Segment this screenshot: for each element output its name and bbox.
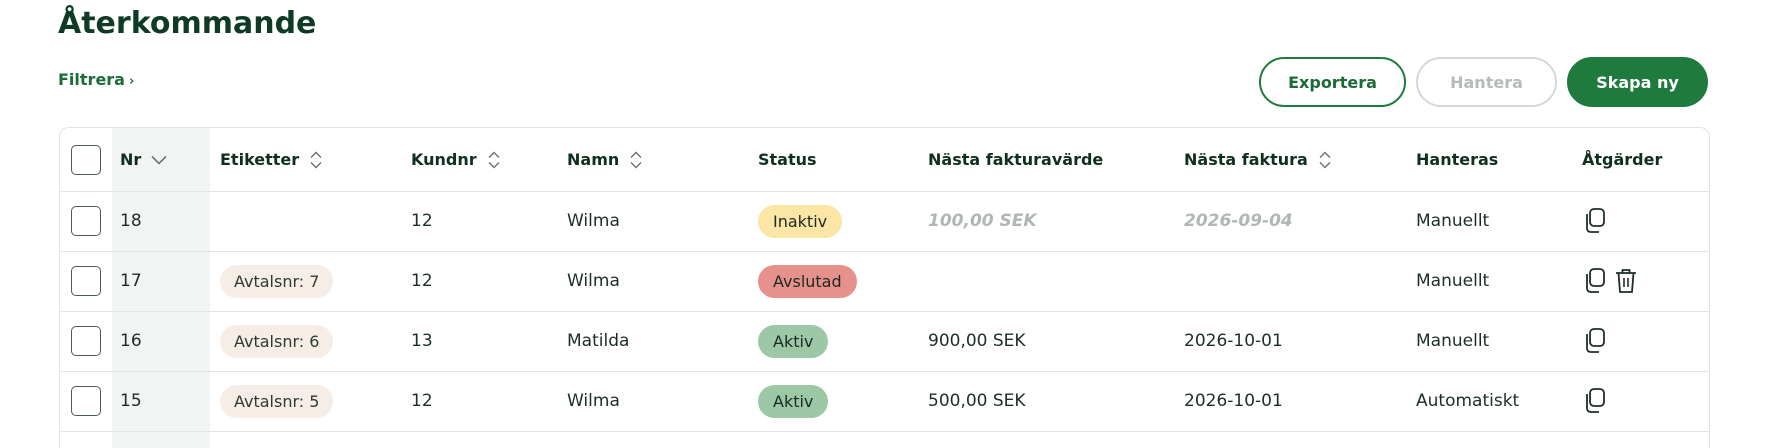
recurring-invoices-page: Återkommande Filtrera › Exportera Hantera… — [0, 0, 1771, 448]
cell-nr: 15 — [120, 391, 142, 411]
cell-next-invoice-value: 100,00 SEK — [928, 211, 1037, 231]
header-nr-label: Nr — [120, 150, 142, 169]
cell-namn: Matilda — [567, 331, 630, 351]
cell-next-invoice-date: 2026-10-01 — [1184, 391, 1283, 411]
cell-next-invoice-date: 2026-09-04 — [1184, 211, 1293, 231]
cell-nr: 18 — [120, 211, 142, 231]
cell-actions — [1582, 251, 1644, 311]
cell-status: Avslutad — [758, 251, 857, 311]
table-header-row: Nr Etiketter Kundnr Namn Status Nästa fa… — [60, 128, 1709, 192]
table-row[interactable]: 15 Avtalsnr: 5 12 Wilma Aktiv 500,00 SEK… — [60, 371, 1709, 432]
recurring-table: Nr Etiketter Kundnr Namn Status Nästa fa… — [59, 127, 1710, 448]
header-next-invoice-value: Nästa fakturavärde — [928, 128, 1103, 191]
tag-badge: Avtalsnr: 6 — [220, 324, 334, 358]
header-namn-label: Namn — [567, 150, 620, 169]
header-kundnr-label: Kundnr — [411, 150, 477, 169]
sort-icon[interactable] — [487, 150, 501, 170]
header-etiketter[interactable]: Etiketter — [220, 128, 323, 191]
cell-nr: 17 — [120, 271, 142, 291]
table-row[interactable]: 16 Avtalsnr: 6 13 Matilda Aktiv 900,00 S… — [60, 311, 1709, 372]
sort-icon[interactable] — [309, 150, 323, 170]
cell-next-invoice-value: 500,00 SEK — [928, 391, 1026, 411]
cell-status: Aktiv — [758, 371, 829, 431]
cell-status: Aktiv — [758, 311, 829, 371]
status-badge: Avslutad — [758, 264, 857, 298]
cell-actions — [1582, 191, 1614, 251]
cell-kundnr: 12 — [411, 391, 433, 411]
status-badge: Aktiv — [758, 384, 829, 418]
cell-nr: 16 — [120, 331, 142, 351]
table-row[interactable]: 18 12 Wilma Inaktiv 100,00 SEK 2026-09-0… — [60, 191, 1709, 252]
filter-label: Filtrera — [58, 70, 125, 89]
status-badge: Aktiv — [758, 324, 829, 358]
sort-icon[interactable] — [629, 150, 643, 170]
chevron-down-icon[interactable] — [151, 155, 167, 165]
cell-etiketter: Avtalsnr: 7 — [220, 251, 334, 311]
manage-button[interactable]: Hantera — [1416, 57, 1557, 107]
cell-hanteras: Automatiskt — [1416, 391, 1520, 411]
header-etiketter-label: Etiketter — [220, 150, 300, 169]
cell-kundnr: 12 — [411, 211, 433, 231]
header-hanteras-label: Hanteras — [1416, 150, 1499, 169]
cell-status: Inaktiv — [758, 191, 843, 251]
cell-next-invoice-date: 2026-10-01 — [1184, 331, 1283, 351]
tag-badge: Avtalsnr: 7 — [220, 264, 334, 298]
cell-kundnr: 13 — [411, 331, 433, 351]
select-all-checkbox[interactable] — [71, 144, 101, 175]
header-status: Status — [758, 128, 817, 191]
table-row[interactable]: 17 Avtalsnr: 7 12 Wilma Avslutad Manuell… — [60, 251, 1709, 312]
page-title: Återkommande — [58, 6, 317, 41]
cell-hanteras: Manuellt — [1416, 271, 1490, 291]
header-next-invoice-label: Nästa faktura — [1184, 150, 1308, 169]
header-hanteras: Hanteras — [1416, 128, 1498, 191]
header-nr[interactable]: Nr — [120, 128, 167, 191]
row-checkbox[interactable] — [71, 266, 101, 296]
copy-icon[interactable] — [1582, 387, 1608, 415]
cell-kundnr: 12 — [411, 271, 433, 291]
export-button[interactable]: Exportera — [1259, 57, 1406, 107]
cell-etiketter: Avtalsnr: 5 — [220, 371, 334, 431]
cell-namn: Wilma — [567, 391, 620, 411]
status-badge: Inaktiv — [758, 204, 843, 238]
row-checkbox[interactable] — [71, 386, 101, 416]
cell-namn: Wilma — [567, 211, 620, 231]
header-next-invoice[interactable]: Nästa faktura — [1184, 128, 1332, 191]
sort-icon[interactable] — [1318, 150, 1332, 170]
tag-badge: Avtalsnr: 5 — [220, 384, 334, 418]
create-new-button[interactable]: Skapa ny — [1567, 57, 1708, 107]
copy-icon[interactable] — [1582, 267, 1608, 295]
cell-hanteras: Manuellt — [1416, 211, 1490, 231]
cell-namn: Wilma — [567, 271, 620, 291]
cell-actions — [1582, 311, 1614, 371]
copy-icon[interactable] — [1582, 327, 1608, 355]
cell-actions — [1582, 371, 1614, 431]
header-next-invoice-value-label: Nästa fakturavärde — [928, 150, 1104, 169]
header-status-label: Status — [758, 150, 817, 169]
header-namn[interactable]: Namn — [567, 128, 643, 191]
row-checkbox[interactable] — [71, 206, 101, 236]
row-checkbox[interactable] — [71, 326, 101, 356]
copy-icon[interactable] — [1582, 207, 1608, 235]
filter-toggle[interactable]: Filtrera › — [58, 70, 134, 89]
chevron-right-icon: › — [128, 74, 135, 89]
trash-icon[interactable] — [1614, 267, 1638, 295]
header-atgarder: Åtgärder — [1582, 128, 1662, 191]
header-kundnr[interactable]: Kundnr — [411, 128, 501, 191]
cell-next-invoice-value: 900,00 SEK — [928, 331, 1026, 351]
cell-etiketter: Avtalsnr: 6 — [220, 311, 334, 371]
cell-hanteras: Manuellt — [1416, 331, 1490, 351]
header-atgarder-label: Åtgärder — [1582, 150, 1663, 169]
